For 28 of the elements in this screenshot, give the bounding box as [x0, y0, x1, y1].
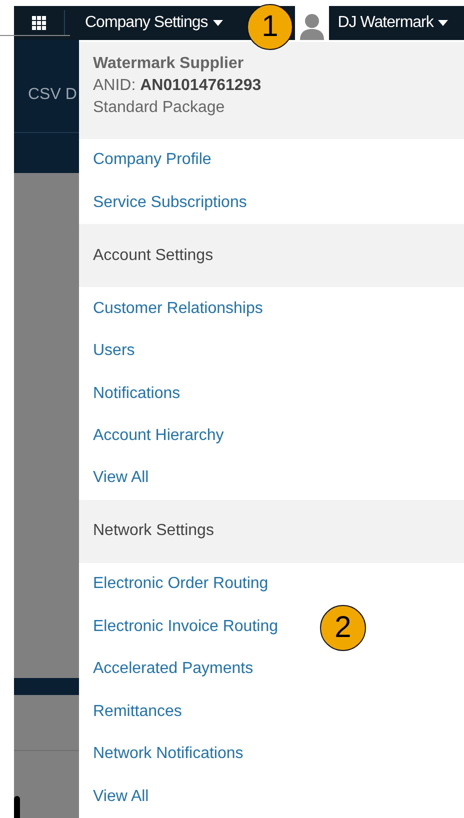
menu-link[interactable]: Customer Relationships [93, 287, 263, 330]
menu-link[interactable]: Network Notifications [93, 733, 244, 776]
menu-link[interactable]: Notifications [93, 372, 180, 415]
caret-icon [212, 20, 223, 26]
menu-link[interactable]: View All [93, 775, 149, 818]
caret-icon [438, 20, 448, 26]
company-name: Watermark Supplier [93, 54, 245, 74]
menu-link[interactable]: View All [93, 457, 149, 500]
menu-link[interactable]: Account Hierarchy [93, 414, 224, 458]
menu-link[interactable]: Electronic Order Routing [93, 563, 268, 606]
app-grid-icon[interactable] [32, 16, 46, 30]
menu-link[interactable]: Electronic Invoice Routing [93, 606, 278, 648]
menu-link[interactable]: Company Profile [93, 138, 212, 182]
company-settings-menu[interactable]: Company Settings [85, 14, 223, 32]
anid-text: ANID: AN01014761293 [93, 76, 262, 96]
leader-line [0, 35, 70, 36]
package-name: Standard Package [93, 98, 226, 118]
menu-link[interactable]: Remittances [93, 690, 182, 733]
section-heading: Account Settings [79, 224, 464, 288]
avatar-icon[interactable] [294, 6, 329, 40]
footer-bar [14, 678, 79, 695]
dark-shape [14, 796, 20, 818]
tab-label[interactable]: CSV D [28, 86, 79, 104]
menu-link[interactable]: Service Subscriptions [93, 181, 247, 224]
menu-link[interactable]: Accelerated Payments [93, 648, 254, 691]
menu-link[interactable]: Users [93, 330, 135, 372]
user-menu[interactable]: DJ Watermark [338, 14, 448, 32]
section-heading: Network Settings [79, 500, 464, 564]
